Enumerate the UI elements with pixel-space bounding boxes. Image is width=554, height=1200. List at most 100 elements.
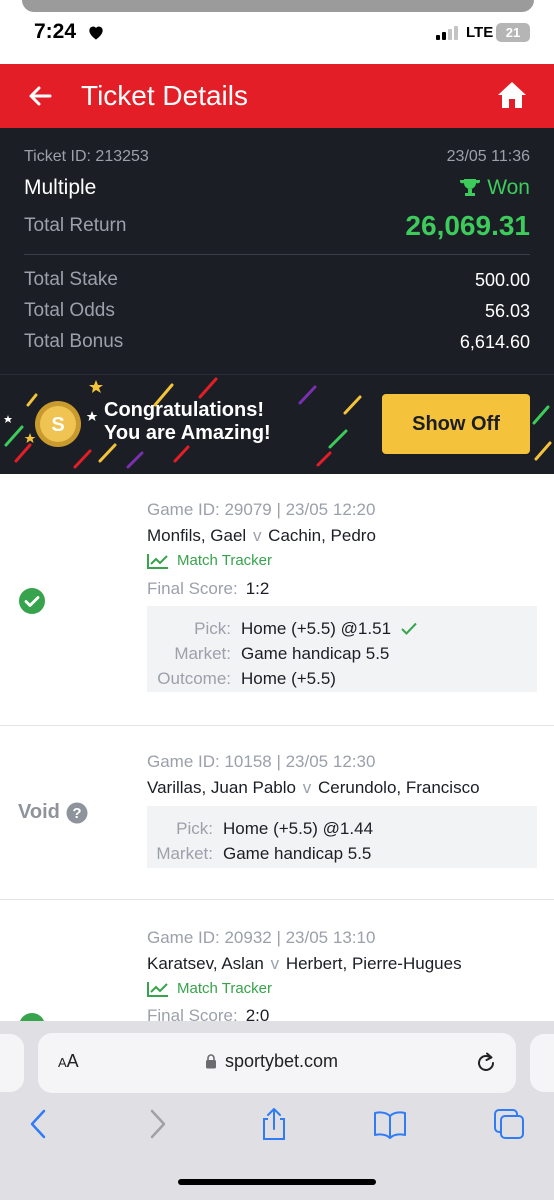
forward-icon[interactable]: [140, 1107, 174, 1141]
trend-chart-icon: [147, 553, 168, 569]
away-team: Herbert, Pierre-Hugues: [285, 954, 462, 973]
page-title: Ticket Details: [81, 80, 249, 111]
final-score-label: Final Score:: [147, 579, 238, 598]
congrats-banner: S Congratulations! You are Amazing! Show…: [0, 374, 554, 474]
status-time: 7:24: [34, 20, 77, 43]
lock-icon: [206, 1054, 216, 1069]
game-meta: Game ID: 20932 | 23/05 13:10: [147, 928, 376, 947]
ticket-status: Won: [459, 176, 530, 200]
next-tab-preview[interactable]: [530, 1034, 554, 1092]
game-card: Game ID: 20932 | 23/05 13:10 Karatsev, A…: [0, 900, 554, 1039]
trend-chart-icon: [147, 981, 168, 997]
pick-value: Home (+5.5) @1.44: [223, 819, 374, 838]
match-tracker-label: Match Tracker: [177, 980, 273, 997]
previous-tab-preview[interactable]: [0, 1034, 24, 1092]
market-row: Market: Game handicap 5.5: [147, 841, 537, 866]
vs-label: v: [270, 954, 280, 973]
outcome-row: Outcome: Home (+5.5): [147, 666, 537, 691]
address-bar[interactable]: AA sportybet.com: [38, 1033, 516, 1093]
check-circle-icon: [19, 588, 45, 614]
show-off-button[interactable]: Show Off: [382, 394, 530, 454]
market-row: Market: Game handicap 5.5: [147, 641, 537, 666]
ticket-datetime: 23/05 11:36: [446, 148, 530, 165]
home-indicator: [178, 1179, 376, 1185]
pick-label: Pick:: [194, 619, 231, 638]
total-bonus-label: Total Bonus: [24, 331, 124, 352]
checkmark-icon: [401, 622, 417, 635]
browser-toolbar: [0, 1107, 554, 1167]
pick-value: Home (+5.5) @1.51: [241, 619, 392, 638]
game-teams: Karatsev, Aslan v Herbert, Pierre-Hugues: [147, 954, 462, 974]
ticket-id: Ticket ID: 213253: [24, 148, 149, 165]
home-icon[interactable]: [496, 80, 528, 110]
battery-icon: 21: [496, 23, 530, 42]
url-text: sportybet.com: [225, 1051, 339, 1071]
network-label: LTE: [466, 24, 494, 41]
share-icon[interactable]: [257, 1107, 291, 1141]
total-odds-label: Total Odds: [24, 300, 115, 321]
pick-row: Pick: Home (+5.5) @1.51: [147, 616, 537, 641]
help-icon[interactable]: ?: [66, 802, 88, 824]
aa-small: A: [58, 1055, 67, 1070]
game-teams: Monfils, Gael v Cachin, Pedro: [147, 526, 376, 546]
congrats-line1: Congratulations!: [104, 399, 264, 421]
bet-type: Multiple: [24, 176, 97, 199]
total-return-label: Total Return: [24, 215, 127, 236]
outcome-value: Home (+5.5): [241, 669, 336, 688]
pick-row: Pick: Home (+5.5) @1.44: [147, 816, 537, 841]
away-team: Cerundolo, Francisco: [317, 778, 480, 797]
battery-level: 21: [505, 25, 521, 40]
app-header: Ticket Details: [0, 64, 554, 128]
bookmarks-icon[interactable]: [373, 1107, 407, 1141]
svg-text:?: ?: [72, 805, 81, 822]
home-team: Varillas, Juan Pablo: [147, 778, 296, 797]
game-meta: Game ID: 10158 | 23/05 12:30: [147, 752, 376, 771]
congrats-text: Congratulations! You are Amazing!: [104, 399, 271, 445]
aa-large: A: [66, 1051, 79, 1071]
status-won-label: Won: [487, 176, 530, 199]
market-value: Game handicap 5.5: [223, 844, 372, 863]
match-tracker-label: Match Tracker: [177, 552, 273, 569]
congrats-line2: You are Amazing!: [104, 422, 271, 444]
coin-icon: S: [35, 401, 81, 447]
tabs-icon[interactable]: [492, 1107, 526, 1141]
vs-label: v: [252, 526, 262, 545]
total-stake-label: Total Stake: [24, 269, 118, 290]
game-card: Game ID: 29079 | 23/05 12:20 Monfils, Ga…: [0, 474, 554, 726]
home-team: Karatsev, Aslan: [147, 954, 264, 973]
final-score-row: Final Score: 1:2: [147, 579, 269, 599]
away-team: Cachin, Pedro: [268, 526, 376, 545]
status-bar: 7:24 LTE 21: [0, 0, 554, 64]
total-stake-value: 500.00: [474, 269, 530, 290]
final-score-value: 1:2: [245, 579, 270, 598]
total-odds-value: 56.03: [484, 300, 530, 321]
vs-label: v: [302, 778, 312, 797]
total-bonus-value: 6,614.60: [459, 331, 530, 352]
void-label: Void: [18, 801, 60, 823]
ticket-summary: Ticket ID: 213253 23/05 11:36 Multiple W…: [0, 128, 554, 374]
market-label: Market:: [174, 644, 231, 663]
reader-text-size-button[interactable]: AA: [58, 1051, 79, 1072]
trophy-icon: [460, 179, 481, 196]
game-card: Void ? Game ID: 10158 | 23/05 12:30 Vari…: [0, 726, 554, 900]
game-teams: Varillas, Juan Pablo v Cerundolo, Franci…: [147, 778, 480, 798]
match-tracker-link[interactable]: Match Tracker: [147, 980, 272, 997]
summary-divider: [24, 254, 530, 255]
browser-chrome: AA sportybet.com: [0, 1021, 554, 1200]
reload-icon[interactable]: [474, 1050, 498, 1076]
pick-label: Pick:: [176, 819, 213, 838]
home-team: Monfils, Gael: [147, 526, 247, 545]
bet-details: Pick: Home (+5.5) @1.44 Market: Game han…: [147, 806, 537, 868]
notch-strip: [22, 0, 534, 12]
outcome-label: Outcome:: [157, 669, 231, 688]
bet-details: Pick: Home (+5.5) @1.51 Market: Game han…: [147, 606, 537, 692]
back-icon[interactable]: [22, 1107, 56, 1141]
game-meta: Game ID: 29079 | 23/05 12:20: [147, 500, 376, 519]
svg-text:S: S: [51, 414, 64, 436]
market-label: Market:: [156, 844, 213, 863]
match-tracker-link[interactable]: Match Tracker: [147, 552, 272, 569]
total-return-value: 26,069.31: [405, 210, 530, 241]
signal-icon: [436, 26, 458, 40]
back-arrow-icon[interactable]: [26, 82, 54, 110]
void-status: Void ?: [18, 801, 88, 824]
